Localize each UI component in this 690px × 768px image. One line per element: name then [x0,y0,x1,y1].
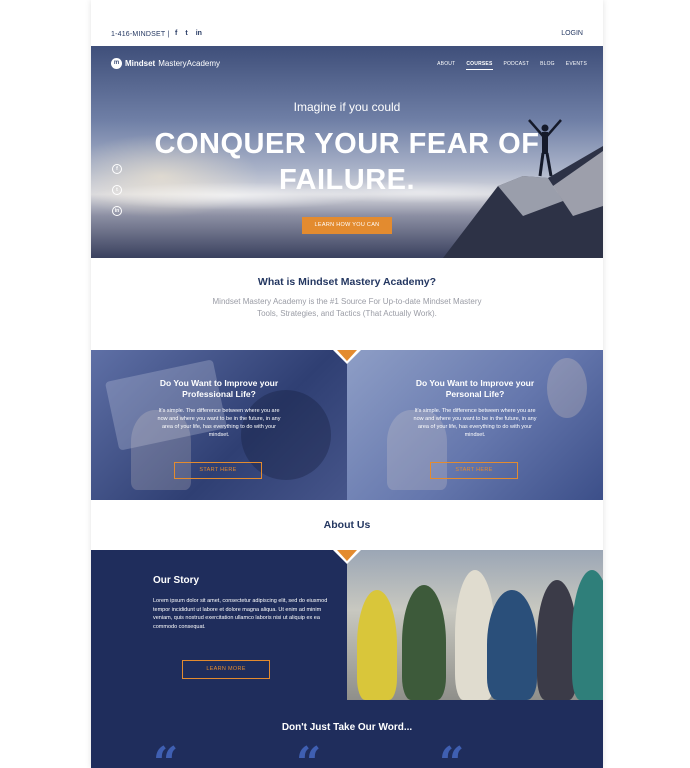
person-photo-shape [547,358,587,418]
phone-number[interactable]: 1-416-MINDSET | [111,31,169,38]
brand-logo[interactable]: m Mindset MasteryAcademy [111,58,220,69]
twitter-icon[interactable]: t [185,30,187,37]
orange-triangle-icon [337,550,357,561]
about-title: About Us [323,519,371,531]
start-here-button[interactable]: START HERE [174,462,262,479]
testimonials-section: Don't Just Take Our Word... “ “ “ [91,700,603,768]
top-social-links: f t in [175,30,202,37]
orange-triangle-icon [337,350,357,361]
our-story-block: Our Story Lorem ipsum dolor sit amet, co… [91,550,347,700]
person-shape [487,590,537,700]
learn-how-button[interactable]: LEARN HOW YOU CAN [302,217,392,234]
intro-title: What is Mindset Mastery Academy? [257,276,437,288]
quote-mark-icon: “ [153,738,179,768]
intro-description: Mindset Mastery Academy is the #1 Source… [212,297,482,318]
nav-item-events[interactable]: EVENTS [566,61,587,70]
nav-item-about[interactable]: ABOUT [437,61,455,70]
brand-name-rest: MasteryAcademy [158,59,221,68]
panel-text: It's simple. The difference between wher… [413,408,537,438]
learn-more-button[interactable]: LEARN MORE [182,660,270,679]
top-bar: 1-416-MINDSET | f t in LOGIN [91,0,603,46]
person-shape [402,585,446,700]
facebook-icon[interactable]: f [112,164,122,174]
facebook-icon[interactable]: f [175,30,177,37]
testimonials-title: Don't Just Take Our Word... [281,722,413,733]
twitter-icon[interactable]: t [112,185,122,195]
panel-text: It's simple. The difference between wher… [157,408,281,438]
landing-page: 1-416-MINDSET | f t in LOGIN m Mindset M… [91,0,603,768]
nav-item-blog[interactable]: BLOG [540,61,555,70]
nav-item-courses[interactable]: COURSES [466,61,493,70]
panel-title: Do You Want to Improve your Professional… [159,378,279,399]
main-nav: ABOUT COURSES PODCAST BLOG EVENTS [437,61,587,70]
linkedin-icon[interactable]: in [196,30,202,37]
person-shape [357,590,397,700]
hero-subtitle: Imagine if you could [293,100,401,114]
nav-item-podcast[interactable]: PODCAST [504,61,530,70]
linkedin-icon[interactable]: in [112,206,122,216]
quote-mark-icon: “ [439,738,465,768]
person-shape [572,570,603,700]
audience-photo [347,550,603,700]
quote-mark-icon: “ [296,738,322,768]
logo-mark-icon: m [111,58,122,69]
personal-life-panel: Do You Want to Improve your Personal Lif… [347,350,603,500]
story-text: Lorem ipsum dolor sit amet, consectetur … [153,598,328,630]
panel-title: Do You Want to Improve your Personal Lif… [415,378,535,399]
improve-panels: Do You Want to Improve your Professional… [91,350,603,500]
brand-name-bold: Mindset [125,59,156,68]
story-title: Our Story [153,575,200,586]
hero-social-links: f t in [112,164,122,216]
person-shape [537,580,577,700]
professional-life-panel: Do You Want to Improve your Professional… [91,350,347,500]
start-here-button[interactable]: START HERE [430,462,518,479]
hero-title: CONQUER YOUR FEAR OF FAILURE. [154,128,540,196]
hero-section: m Mindset MasteryAcademy ABOUT COURSES P… [91,46,603,258]
login-link[interactable]: LOGIN [561,30,583,37]
